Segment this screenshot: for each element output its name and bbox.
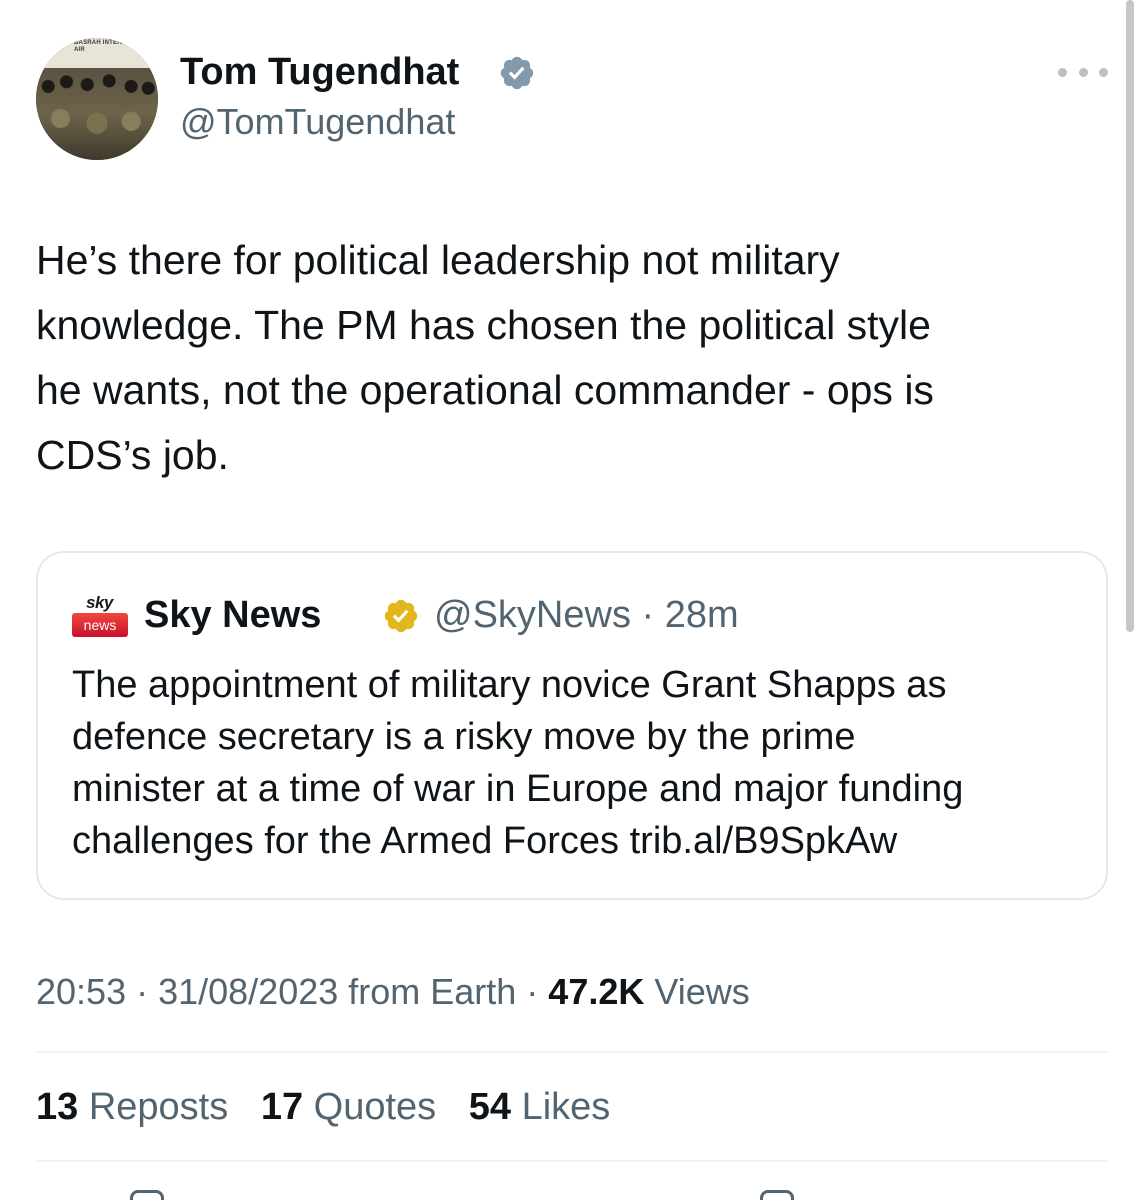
views-label: Views — [644, 971, 750, 1012]
reposts-count: 13 — [36, 1086, 79, 1128]
quoted-display-name: Sky News — [144, 594, 322, 636]
tweet-timestamp[interactable]: 20:53 · 31/08/2023 from Earth · — [36, 971, 548, 1012]
sky-news-logo: sky news — [70, 593, 128, 643]
scrollbar[interactable] — [1126, 0, 1134, 632]
author-handle[interactable]: @TomTugendhat — [180, 100, 455, 144]
avatar[interactable]: BASRAH INTERNATIONAL AIR — [36, 38, 158, 160]
reply-icon[interactable] — [130, 1190, 164, 1200]
tweet-text: He’s there for political leadership not … — [36, 237, 934, 478]
quotes-stat[interactable]: 17 Quotes — [261, 1084, 436, 1130]
tweet-page: BASRAH INTERNATIONAL AIR Tom Tugendhat @… — [0, 0, 1144, 1200]
avatar-photo — [36, 68, 158, 160]
likes-stat[interactable]: 54 Likes — [469, 1084, 611, 1130]
reposts-stat[interactable]: 13 Reposts — [36, 1084, 228, 1130]
verified-gold-badge-icon — [384, 599, 418, 633]
likes-label: Likes — [511, 1086, 611, 1128]
sky-logo-word: sky — [86, 593, 113, 612]
more-options-icon[interactable] — [1058, 60, 1108, 84]
bookmark-icon[interactable] — [760, 1190, 794, 1200]
avatar-banner-text: BASRAH INTERNATIONAL AIR — [74, 40, 154, 53]
tweet-meta: 20:53 · 31/08/2023 from Earth · 47.2K Vi… — [36, 970, 750, 1014]
divider — [36, 1051, 1108, 1053]
more-dot — [1078, 67, 1088, 77]
sky-logo-news: news — [72, 613, 128, 637]
quotes-label: Quotes — [303, 1086, 437, 1128]
quoted-handle-time: @SkyNews · 28m — [434, 594, 739, 636]
author-display-name[interactable]: Tom Tugendhat — [180, 50, 459, 94]
more-dot — [1099, 67, 1108, 77]
views-count: 47.2K — [548, 971, 645, 1012]
quoted-tweet-card[interactable]: sky news Sky News @SkyNews · 28m The app… — [36, 551, 1108, 900]
verified-badge-icon — [500, 56, 534, 90]
more-dot — [1058, 67, 1067, 77]
quotes-count: 17 — [260, 1086, 304, 1128]
likes-count: 54 — [468, 1086, 512, 1128]
quoted-tweet-text: The appointment of military novice Grant… — [72, 664, 964, 862]
reposts-label: Reposts — [78, 1086, 229, 1128]
divider — [36, 1160, 1108, 1162]
engagement-stats: 13 Reposts 17 Quotes 54 Likes — [36, 1084, 632, 1130]
